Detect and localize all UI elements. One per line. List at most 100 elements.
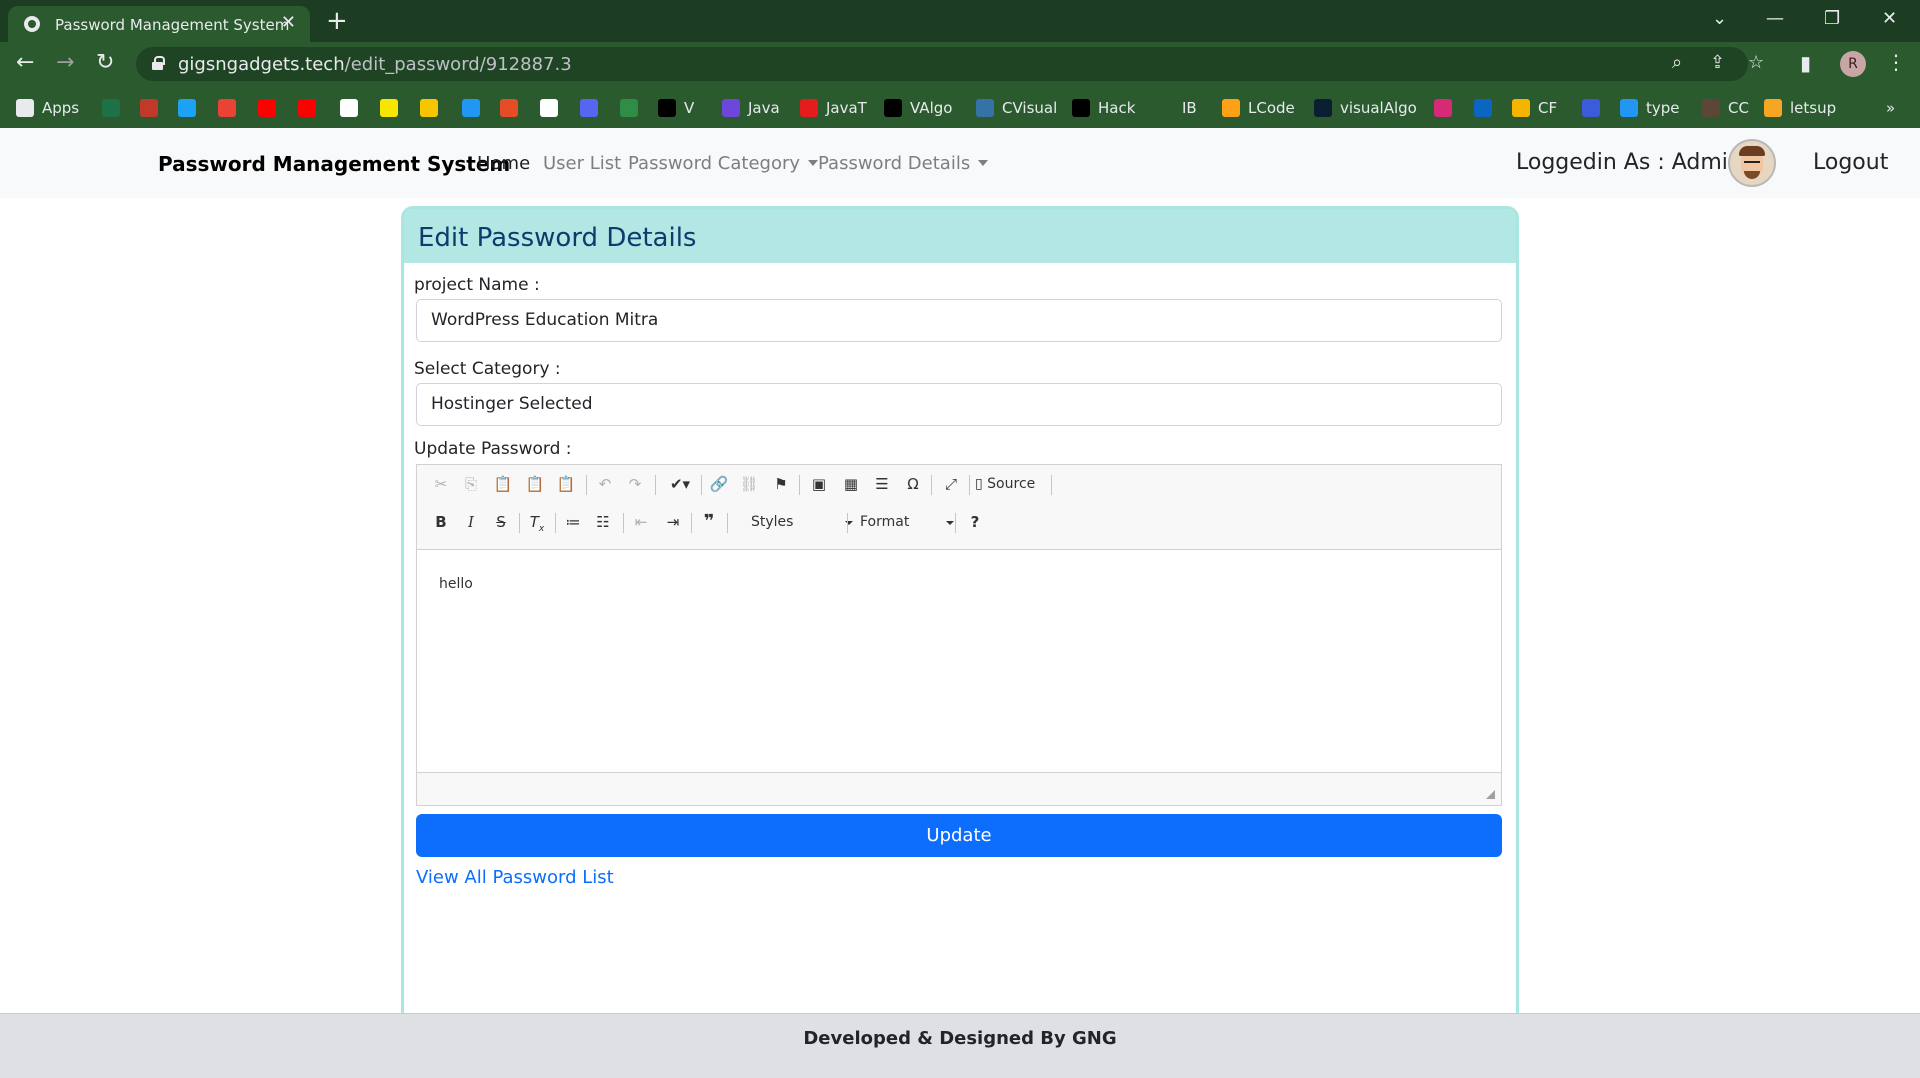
bookmark-speed[interactable] — [140, 97, 158, 119]
editor-content-area[interactable]: hello — [417, 549, 1501, 773]
bookmark-youtube[interactable] — [258, 97, 276, 119]
bookmark-excel[interactable] — [102, 97, 120, 119]
bookmark-instagram[interactable] — [1434, 97, 1452, 119]
hackerrank-icon — [1072, 99, 1090, 117]
paste-word-icon[interactable]: 📋 — [554, 473, 578, 495]
nav-password-details[interactable]: Password Details — [818, 153, 989, 174]
category-select[interactable]: Hostinger Selected — [416, 383, 1502, 426]
format-dropdown[interactable]: Format — [860, 511, 956, 533]
discord-icon — [580, 99, 598, 117]
anchor-flag-icon[interactable]: ⚑ — [769, 473, 793, 495]
bookmark-letsup[interactable]: letsup — [1764, 97, 1836, 119]
paste-icon[interactable]: 📋 — [491, 473, 515, 495]
help-icon[interactable]: ? — [963, 511, 987, 533]
project-name-input[interactable]: WordPress Education Mitra — [416, 299, 1502, 342]
paste-text-icon[interactable]: 📋 — [523, 473, 547, 495]
close-tab-icon[interactable]: ✕ — [281, 12, 296, 33]
bookmark-github[interactable] — [540, 97, 558, 119]
amazon-icon — [340, 99, 358, 117]
logout-link[interactable]: Logout — [1813, 150, 1888, 175]
horizontal-line-icon[interactable]: ☰ — [870, 473, 894, 495]
site-brand[interactable]: Password Management System — [158, 152, 510, 176]
bookmark-apps[interactable]: Apps — [16, 97, 79, 119]
blockquote-icon[interactable]: ❞ — [697, 511, 721, 533]
close-window-icon[interactable]: ✕ — [1882, 8, 1897, 29]
bookmark-gfg[interactable] — [620, 97, 638, 119]
bookmark-hack[interactable]: Hack — [1072, 97, 1135, 119]
browser-tab[interactable]: Password Management System ✕ — [8, 6, 310, 42]
bookmark-cc[interactable]: CC — [1702, 97, 1749, 119]
bookmark-lcode[interactable]: LCode — [1222, 97, 1295, 119]
remove-format-icon[interactable]: Tx — [525, 511, 549, 534]
nav-password-category[interactable]: Password Category — [628, 153, 819, 174]
bookmarks-bar: Apps V Java JavaT VAlgo CVisual Hack IB LCode vis… — [0, 87, 1920, 128]
copy-icon[interactable]: ⎘ — [459, 473, 483, 495]
bookmark-amazon[interactable] — [340, 97, 358, 119]
bookmark-link[interactable] — [1582, 97, 1600, 119]
indent-icon[interactable]: ⇥ — [661, 511, 685, 533]
editor-text[interactable]: hello — [439, 576, 473, 592]
bookmark-linkedin[interactable] — [1474, 97, 1492, 119]
bookmark-v[interactable]: V — [658, 97, 694, 119]
nav-user-list[interactable]: User List — [543, 153, 621, 174]
styles-dropdown[interactable]: Styles — [751, 511, 855, 533]
cut-icon[interactable]: ✂ — [429, 473, 453, 495]
bookmark-gmail[interactable] — [218, 97, 236, 119]
numbered-list-icon[interactable]: ≔ — [561, 511, 585, 533]
bookmark-code[interactable] — [500, 97, 518, 119]
bookmark-javat[interactable]: JavaT — [800, 97, 867, 119]
bookmark-star-icon[interactable]: ☆ — [1748, 52, 1764, 73]
bookmark-discord[interactable] — [580, 97, 598, 119]
bookmark-ib[interactable]: IB — [1156, 97, 1197, 119]
view-all-password-link[interactable]: View All Password List — [416, 867, 614, 888]
source-button[interactable]: ▯ Source — [975, 473, 1047, 495]
profile-avatar[interactable]: R — [1840, 51, 1866, 77]
unlink-icon[interactable]: ⛓ — [737, 473, 761, 495]
bookmark-youtube-music[interactable] — [298, 97, 316, 119]
strikethrough-icon[interactable]: S — [489, 511, 513, 533]
url-text[interactable]: gigsngadgets.tech/edit_password/912887.3 — [178, 54, 572, 75]
special-char-icon[interactable]: Ω — [901, 473, 925, 495]
youtube-icon — [258, 99, 276, 117]
more-bookmarks-icon[interactable]: » — [1886, 97, 1895, 119]
bookmark-flipkart[interactable] — [380, 97, 398, 119]
outdent-icon[interactable]: ⇤ — [629, 511, 653, 533]
reload-icon[interactable]: ↻ — [96, 50, 114, 75]
bookmark-java[interactable]: Java — [722, 97, 780, 119]
side-panel-icon[interactable]: ▮ — [1800, 51, 1811, 75]
bulleted-list-icon[interactable]: ☷ — [591, 511, 615, 533]
restore-icon[interactable]: ❐ — [1824, 8, 1840, 29]
image-icon[interactable]: ▣ — [807, 473, 831, 495]
site-navbar: Password Management System Home User Lis… — [0, 128, 1920, 198]
bookmark-cf[interactable]: CF — [1512, 97, 1557, 119]
spellcheck-icon[interactable]: ✔▾ — [663, 473, 697, 495]
update-button[interactable]: Update — [416, 814, 1502, 857]
back-icon[interactable]: ← — [16, 50, 34, 75]
forward-icon[interactable]: → — [56, 50, 74, 75]
nav-home[interactable]: Home — [477, 153, 530, 174]
bookmark-visualalgo[interactable]: visualAlgo — [1314, 97, 1417, 119]
omnibox[interactable]: gigsngadgets.tech/edit_password/912887.3… — [136, 47, 1764, 81]
maximize-icon[interactable]: ⤢ — [939, 473, 963, 495]
bookmark-arrow[interactable] — [462, 97, 480, 119]
redo-icon[interactable]: ↷ — [623, 473, 647, 495]
bookmark-p[interactable] — [178, 97, 196, 119]
project-name-label: project Name : — [414, 275, 540, 295]
tab-search-icon[interactable]: ⌄ — [1712, 8, 1727, 29]
share-icon[interactable]: ⇪ — [1710, 52, 1725, 73]
undo-icon[interactable]: ↶ — [593, 473, 617, 495]
resize-handle-icon[interactable] — [1486, 790, 1495, 799]
menu-kebab-icon[interactable]: ⋮ — [1886, 50, 1906, 74]
bold-icon[interactable]: B — [429, 511, 453, 533]
bookmark-pinterest-p[interactable] — [420, 97, 438, 119]
bookmark-valgo[interactable]: VAlgo — [884, 97, 952, 119]
link-icon[interactable]: 🔗 — [707, 473, 731, 495]
new-tab-icon[interactable]: + — [326, 6, 348, 36]
table-icon[interactable]: ▦ — [839, 473, 863, 495]
italic-icon[interactable]: I — [459, 511, 483, 533]
minimize-icon[interactable]: — — [1766, 8, 1784, 29]
zoom-icon[interactable]: ⌕ — [1672, 52, 1682, 73]
lock-icon[interactable] — [152, 56, 165, 70]
bookmark-cvisual[interactable]: CVisual — [976, 97, 1057, 119]
bookmark-type[interactable]: type — [1620, 97, 1680, 119]
